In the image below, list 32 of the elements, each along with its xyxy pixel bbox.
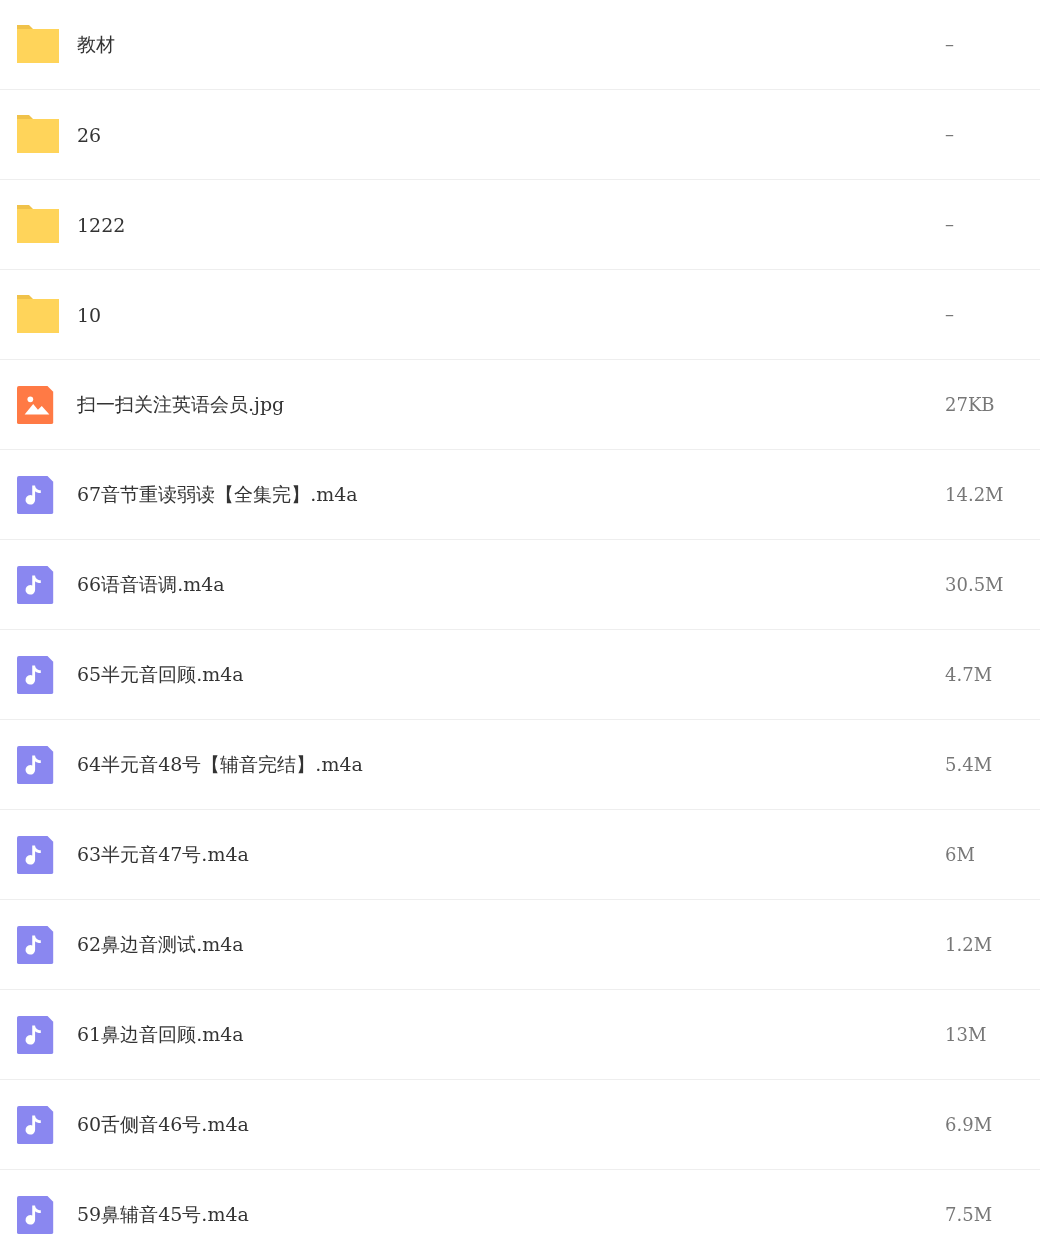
file-size: 7.5M (945, 1204, 994, 1225)
file-name[interactable]: 59鼻辅音45号.m4a (77, 1201, 945, 1228)
file-size: – (945, 214, 955, 235)
file-size: 1.2M (945, 934, 994, 955)
file-name[interactable]: 1222 (77, 213, 945, 236)
file-name[interactable]: 66语音语调.m4a (77, 571, 945, 598)
file-size: – (945, 124, 955, 145)
folder-icon (17, 114, 59, 155)
file-name[interactable]: 10 (77, 303, 945, 326)
file-size: – (945, 304, 955, 325)
file-size: 4.7M (945, 664, 994, 685)
file-size: 6M (945, 844, 976, 865)
file-size: 13M (945, 1024, 988, 1045)
file-name[interactable]: 扫一扫关注英语会员.jpg (77, 391, 945, 418)
file-size: 5.4M (945, 754, 994, 775)
file-name[interactable]: 61鼻边音回顾.m4a (77, 1021, 945, 1048)
file-name[interactable]: 60舌侧音46号.m4a (77, 1111, 945, 1138)
file-size: 14.2M (945, 484, 1005, 505)
folder-icon (17, 204, 59, 245)
file-name[interactable]: 64半元音48号【辅音完结】.m4a (77, 751, 945, 778)
folder-icon (17, 294, 59, 335)
file-size: 6.9M (945, 1114, 994, 1135)
file-name[interactable]: 62鼻边音测试.m4a (77, 931, 945, 958)
file-name[interactable]: 26 (77, 123, 945, 146)
file-size: 30.5M (945, 574, 1005, 595)
file-name[interactable]: 63半元音47号.m4a (77, 841, 945, 868)
file-size: – (945, 34, 955, 55)
file-name[interactable]: 65半元音回顾.m4a (77, 661, 945, 688)
file-name[interactable]: 教材 (77, 31, 945, 58)
file-size: 27KB (945, 394, 996, 415)
folder-icon (17, 24, 59, 65)
file-name[interactable]: 67音节重读弱读【全集完】.m4a (77, 481, 945, 508)
